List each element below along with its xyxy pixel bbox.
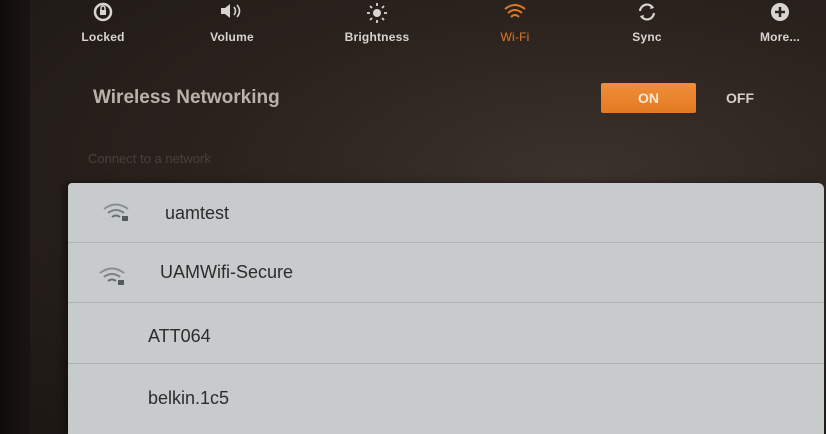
quick-setting-label: Wi-Fi: [500, 30, 530, 44]
quick-setting-label: Locked: [81, 30, 125, 44]
network-name: uamtest: [165, 203, 230, 223]
quick-setting-label: Sync: [632, 30, 662, 44]
network-row-belkin[interactable]: belkin.1c5: [68, 366, 824, 425]
wireless-off-toggle[interactable]: OFF: [700, 83, 780, 113]
network-name: UAMWifi-Secure: [160, 262, 294, 282]
wifi-icon: [470, 2, 560, 24]
plus-icon: [735, 2, 825, 24]
network-row-att064[interactable]: ATT064: [68, 304, 824, 364]
wireless-on-toggle[interactable]: ON: [601, 83, 696, 113]
quick-setting-label: More...: [759, 30, 801, 44]
network-row-uamtest[interactable]: uamtest: [68, 183, 824, 243]
quick-setting-label: Brightness: [344, 30, 410, 44]
brightness-icon: [327, 2, 427, 24]
lock-rotation-icon: [58, 2, 148, 24]
connect-to-network-label: Connect to a network: [88, 151, 211, 166]
wireless-networking-title: Wireless Networking: [93, 87, 280, 108]
quick-setting-locked[interactable]: Locked: [58, 2, 148, 50]
quick-setting-wifi[interactable]: Wi-Fi: [470, 2, 560, 50]
quick-setting-brightness[interactable]: Brightness: [327, 2, 427, 50]
sync-icon: [602, 2, 692, 24]
quick-setting-sync[interactable]: Sync: [602, 2, 692, 50]
quick-setting-more[interactable]: More...: [735, 2, 825, 50]
quick-settings-bar: Locked Volume Brightness Wi-Fi Sync More…: [30, 0, 826, 52]
quick-setting-volume[interactable]: Volume: [187, 2, 277, 50]
secured-wifi-icon: [102, 201, 132, 223]
quick-setting-label: Volume: [210, 30, 254, 44]
network-row-uamwifi-secure[interactable]: UAMWifi-Secure: [68, 243, 824, 303]
network-list: uamtest UAMWifi-Secure ATT064 belkin.1c5: [68, 183, 824, 434]
network-name: ATT064: [148, 326, 211, 346]
device-bezel: [0, 0, 30, 434]
network-name: belkin.1c5: [148, 388, 230, 408]
settings-screen: Locked Volume Brightness Wi-Fi Sync More…: [0, 0, 826, 434]
volume-icon: [187, 2, 277, 24]
secured-wifi-icon: [98, 265, 128, 287]
